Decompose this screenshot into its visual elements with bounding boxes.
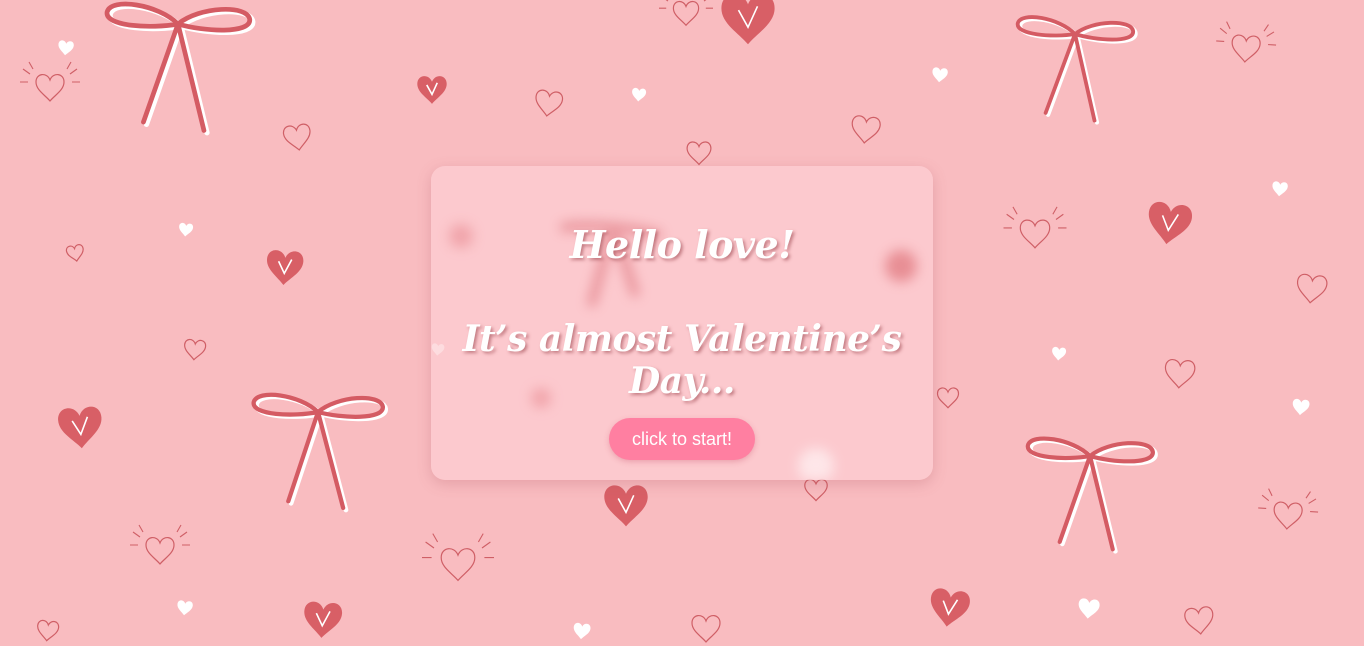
heart-outline-doodle: [65, 244, 84, 262]
heart-sparkle-lines: [1216, 21, 1277, 46]
ribbon-bow-doodle: [104, 1, 256, 136]
heart-white-doodle: [1272, 181, 1288, 197]
heart-white-doodle: [179, 222, 194, 237]
heart-white-doodle: [1052, 346, 1067, 361]
greeting-subtitle: It’s almost Valentine’s Day...: [462, 318, 902, 402]
ribbon-bow-doodle: [1015, 15, 1138, 125]
heart-outline-doodle: [37, 619, 60, 642]
heart-filled-doodle: [304, 601, 343, 638]
heart-filled-doodle: [267, 250, 304, 286]
heart-white-doodle: [1078, 598, 1100, 619]
heart-outline-doodle: [1231, 34, 1261, 63]
heart-outline-doodle: [535, 89, 564, 117]
heart-white-doodle: [1292, 398, 1310, 416]
heart-outline-doodle: [691, 615, 721, 643]
heart-outline-doodle: [184, 338, 207, 361]
ribbon-bow-doodle: [1025, 436, 1158, 554]
heart-outline-doodle: [851, 115, 881, 144]
heart-outline-doodle: [440, 548, 476, 582]
greeting-title: Hello love!: [569, 222, 795, 267]
heart-outline-doodle: [936, 387, 960, 409]
heart-outline-doodle: [1184, 606, 1214, 635]
heart-filled-doodle: [417, 76, 447, 104]
heart-outline-doodle: [672, 0, 700, 27]
heart-white-doodle: [58, 40, 74, 56]
greeting-card: Hello love! It’s almost Valentine’s Day.…: [431, 166, 933, 480]
heart-white-doodle: [932, 67, 948, 83]
heart-outline-doodle: [35, 74, 65, 102]
heart-outline-doodle: [1019, 219, 1051, 249]
start-button[interactable]: click to start!: [609, 418, 755, 460]
heart-white-doodle: [573, 622, 591, 640]
heart-filled-doodle: [58, 406, 102, 449]
heart-outline-doodle: [282, 123, 311, 151]
heart-sparkle-lines: [1258, 488, 1319, 513]
heart-outline-doodle: [686, 141, 712, 166]
heart-filled-doodle: [1148, 201, 1192, 245]
ribbon-bow-doodle: [251, 392, 388, 513]
heart-white-doodle: [632, 87, 647, 102]
heart-outline-doodle: [145, 537, 175, 565]
heart-outline-doodle: [1296, 273, 1328, 304]
heart-outline-doodle: [1164, 358, 1196, 389]
heart-filled-doodle: [721, 0, 775, 45]
heart-filled-doodle: [930, 588, 970, 627]
heart-filled-doodle: [604, 485, 648, 527]
heart-outline-doodle: [804, 478, 828, 502]
heart-white-doodle: [177, 600, 193, 616]
heart-outline-doodle: [1273, 501, 1303, 530]
